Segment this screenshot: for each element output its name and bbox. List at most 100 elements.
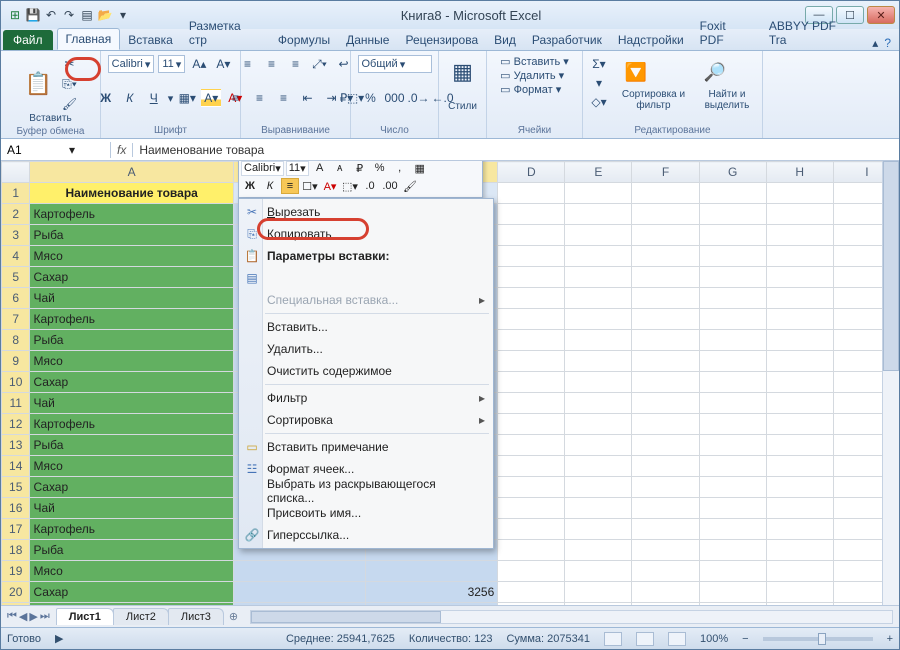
sort-filter-label[interactable]: Сортировка и фильтр	[619, 89, 688, 111]
row-header[interactable]: 17	[2, 519, 30, 540]
cell[interactable]	[498, 246, 565, 267]
tab-home[interactable]: Главная	[57, 28, 121, 50]
sheet-nav-last-icon[interactable]: ⏭	[40, 610, 50, 623]
mini-grow-font-icon[interactable]: A	[311, 161, 329, 176]
help-icon[interactable]: ?	[884, 36, 891, 50]
row-header[interactable]: 4	[2, 246, 30, 267]
cell[interactable]	[498, 393, 565, 414]
cell[interactable]: Рыба	[30, 540, 233, 561]
cell[interactable]	[632, 582, 699, 603]
cell[interactable]	[699, 456, 766, 477]
mini-merge-icon[interactable]: ⬚▾	[341, 178, 359, 194]
cell[interactable]	[632, 519, 699, 540]
row-header[interactable]: 6	[2, 288, 30, 309]
cell[interactable]	[699, 519, 766, 540]
cell[interactable]	[498, 204, 565, 225]
ctx-define-name[interactable]: Присвоить имя...	[239, 502, 493, 524]
cell[interactable]: Чай	[30, 288, 233, 309]
align-center-icon[interactable]: ≡	[250, 89, 270, 107]
cell[interactable]	[565, 456, 632, 477]
zoom-slider-thumb[interactable]	[818, 633, 826, 645]
cell[interactable]	[766, 435, 833, 456]
cell[interactable]	[699, 561, 766, 582]
tab-abbyy[interactable]: ABBYY PDF Tra	[761, 16, 864, 50]
ctx-hyperlink[interactable]: 🔗Гиперссылка...	[239, 524, 493, 546]
cell[interactable]	[498, 561, 565, 582]
cell[interactable]	[766, 540, 833, 561]
cell[interactable]	[366, 561, 498, 582]
ctx-copy[interactable]: ⎘Копировать	[239, 223, 493, 245]
cell[interactable]: Мясо	[30, 351, 233, 372]
minimize-ribbon-icon[interactable]: ▴	[872, 36, 878, 50]
cell[interactable]	[498, 351, 565, 372]
styles-label[interactable]: Стили	[448, 101, 477, 112]
cell[interactable]	[699, 372, 766, 393]
name-box-dropdown-icon[interactable]: ▾	[69, 143, 75, 157]
cell[interactable]	[632, 540, 699, 561]
row-header[interactable]: 11	[2, 393, 30, 414]
cell[interactable]	[766, 414, 833, 435]
paste-icon[interactable]: 📋	[22, 67, 56, 101]
mini-inc-dec-icon[interactable]: .0	[361, 178, 379, 194]
new-sheet-icon[interactable]: ⊕	[223, 610, 244, 623]
row-header[interactable]: 16	[2, 498, 30, 519]
find-select-label[interactable]: Найти и выделить	[698, 89, 756, 111]
row-header[interactable]: 14	[2, 456, 30, 477]
comma-icon[interactable]: 000	[385, 89, 405, 107]
font-name-combo[interactable]: Calibri ▾	[108, 55, 155, 73]
ctx-filter[interactable]: Фильтр	[239, 387, 493, 409]
border-icon[interactable]: ▦▾	[177, 89, 197, 107]
mini-format-painter-icon[interactable]: 🖌	[401, 178, 419, 194]
row-header[interactable]: 13	[2, 435, 30, 456]
sheet-tab-2[interactable]: Лист2	[113, 608, 169, 625]
cell[interactable]	[766, 204, 833, 225]
row-header[interactable]: 10	[2, 372, 30, 393]
cell[interactable]	[498, 330, 565, 351]
cell[interactable]: Сахар	[30, 267, 233, 288]
qat-more-icon[interactable]: ▾	[115, 7, 131, 23]
cell[interactable]	[699, 498, 766, 519]
bold-button[interactable]: Ж	[96, 89, 116, 107]
clear-icon[interactable]: ◇▾	[589, 93, 609, 111]
tab-view[interactable]: Вид	[486, 30, 524, 50]
name-box[interactable]: ▾	[1, 142, 111, 158]
cell[interactable]	[766, 246, 833, 267]
row-header[interactable]: 2	[2, 204, 30, 225]
ctx-paste-icon-row[interactable]: ▤	[239, 267, 493, 289]
align-middle-icon[interactable]: ≡	[262, 55, 282, 73]
zoom-out-icon[interactable]: −	[742, 633, 748, 645]
cell[interactable]	[565, 225, 632, 246]
cell[interactable]	[632, 372, 699, 393]
cell[interactable]	[699, 288, 766, 309]
tab-insert[interactable]: Вставка	[120, 30, 181, 50]
row-header[interactable]: 19	[2, 561, 30, 582]
mini-percent-icon[interactable]: %	[371, 161, 389, 176]
row-header[interactable]: 1	[2, 183, 30, 204]
tab-developer[interactable]: Разработчик	[524, 30, 610, 50]
cell[interactable]	[632, 393, 699, 414]
tab-foxit[interactable]: Foxit PDF	[692, 16, 761, 50]
cell[interactable]	[632, 225, 699, 246]
zoom-in-icon[interactable]: +	[887, 633, 893, 645]
cell[interactable]	[565, 582, 632, 603]
mini-currency-icon[interactable]: ₽	[351, 161, 369, 176]
fill-color-icon[interactable]: A▾	[201, 89, 221, 107]
mini-fill-color-icon[interactable]: ☐▾	[301, 178, 319, 194]
tab-formulas[interactable]: Формулы	[270, 30, 338, 50]
number-format-combo[interactable]: Общий ▾	[358, 55, 432, 73]
name-box-input[interactable]	[5, 142, 65, 158]
cell[interactable]	[699, 393, 766, 414]
cell[interactable]: Картофель	[30, 309, 233, 330]
row-header[interactable]: 12	[2, 414, 30, 435]
cell[interactable]	[699, 246, 766, 267]
file-tab[interactable]: Файл	[3, 30, 53, 50]
vertical-scroll-thumb[interactable]	[883, 161, 899, 371]
decrease-indent-icon[interactable]: ⇤	[298, 89, 318, 107]
cell[interactable]	[766, 351, 833, 372]
cell[interactable]	[632, 435, 699, 456]
row-header[interactable]: 3	[2, 225, 30, 246]
mini-bold-icon[interactable]: Ж	[241, 178, 259, 194]
percent-icon[interactable]: %	[361, 89, 381, 107]
cell[interactable]	[699, 414, 766, 435]
col-header-G[interactable]: G	[699, 162, 766, 183]
